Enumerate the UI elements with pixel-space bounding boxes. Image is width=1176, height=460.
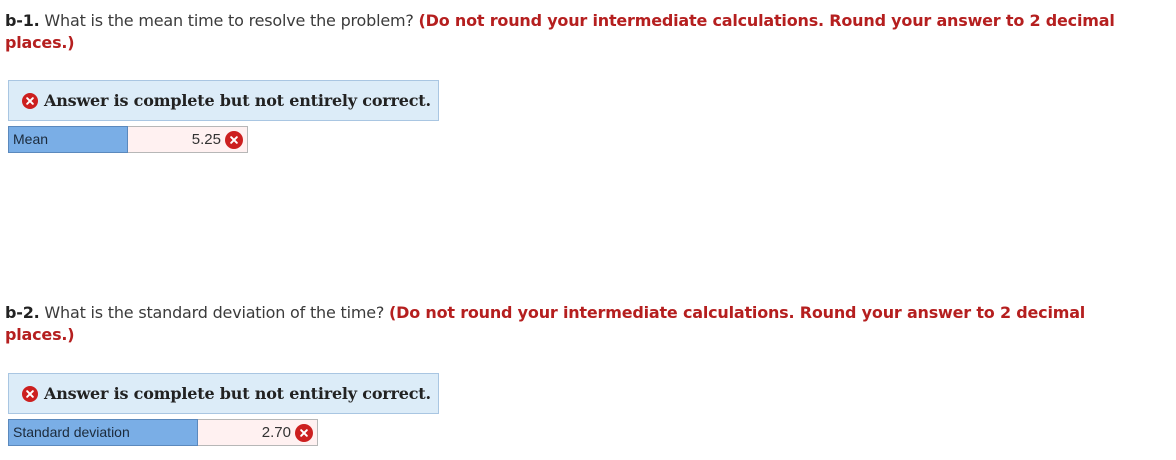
x-circle-icon [22,92,38,109]
x-circle-icon [225,130,243,149]
question-prompt: What is the mean time to resolve the pro… [39,11,419,30]
feedback-banner: Answer is complete but not entirely corr… [8,373,439,414]
standard-deviation-answer-field[interactable]: 2.70 [198,419,318,446]
x-circle-icon [295,423,313,442]
feedback-text: Answer is complete but not entirely corr… [44,91,431,110]
feedback-text: Answer is complete but not entirely corr… [44,384,431,403]
answer-value: 2.70 [261,424,291,441]
question-b2-text: b-2. What is the standard deviation of t… [5,302,1145,346]
answer-label: Standard deviation [8,419,198,446]
answer-label: Mean [8,126,128,153]
answer-row-mean: Mean 5.25 [8,126,248,153]
mean-answer-field[interactable]: 5.25 [128,126,248,153]
answer-row-standard-deviation: Standard deviation 2.70 [8,419,318,446]
question-number: b-1. [5,11,40,30]
question-prompt: What is the standard deviation of the ti… [39,303,390,322]
question-number: b-2. [5,303,40,322]
answer-value: 5.25 [191,131,221,148]
feedback-banner: Answer is complete but not entirely corr… [8,80,439,121]
x-circle-icon [22,385,38,402]
question-b1-text: b-1. What is the mean time to resolve th… [5,10,1145,54]
